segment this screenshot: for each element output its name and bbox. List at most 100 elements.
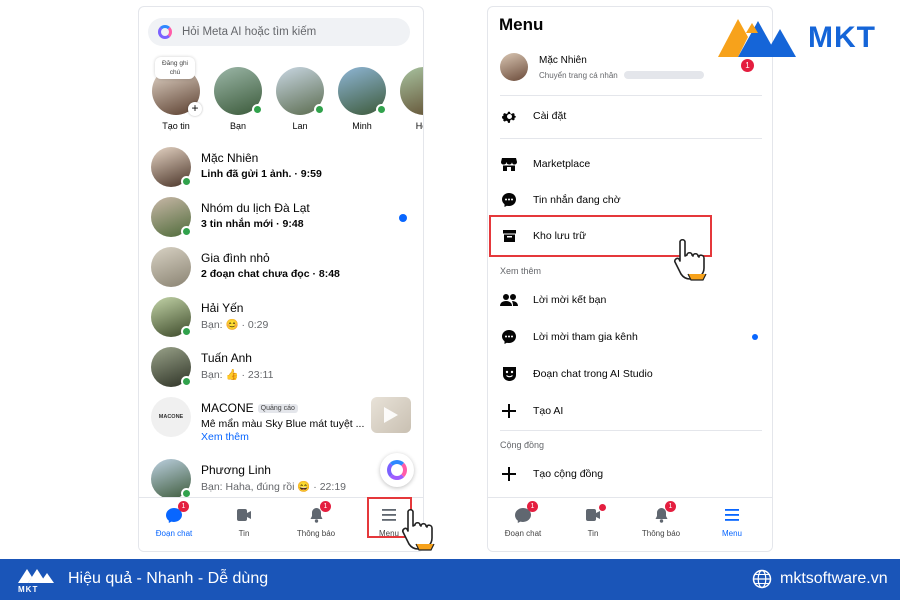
avatar xyxy=(151,247,191,287)
nav-menu[interactable]: Menu xyxy=(697,506,767,538)
chat-preview: Bạn: 😊 · 0:29 xyxy=(201,319,269,331)
menu-item-label: Đoạn chat trong AI Studio xyxy=(533,368,653,380)
mkt-logo-mark xyxy=(718,19,796,57)
story-create[interactable]: Đăng ghi chú + Tạo tin xyxy=(146,57,206,131)
nav-stories[interactable]: Tin xyxy=(558,504,628,538)
shop-icon xyxy=(500,155,518,173)
page-title: Menu xyxy=(499,15,544,34)
story-label: Lan xyxy=(292,121,308,131)
chat-preview: 3 tin nhắn mới · 9:48 xyxy=(201,218,304,230)
menu-item-label: Tạo cộng đồng xyxy=(533,468,604,480)
avatar xyxy=(400,67,423,115)
online-indicator xyxy=(181,176,192,187)
chat-row[interactable]: Nhóm du lịch Đà Lạt 3 tin nhắn mới · 9:4… xyxy=(139,193,423,243)
chat-row[interactable]: Tuấn Anh Bạn: 👍 · 23:11 xyxy=(139,343,423,393)
menu-item-create-ai[interactable]: Tạo AI xyxy=(488,394,772,428)
pointer-hand-icon xyxy=(674,238,707,281)
menu-item-channel-invites[interactable]: Lời mời tham gia kênh xyxy=(488,320,772,354)
menu-item-pending-messages[interactable]: Tin nhắn đang chờ xyxy=(488,183,772,217)
ad-thumbnail[interactable] xyxy=(371,397,411,433)
globe-icon xyxy=(752,569,772,589)
avatar xyxy=(151,347,192,387)
nav-notifications[interactable]: 1 Thông báo xyxy=(626,501,696,538)
ad-row[interactable]: MACONE MACONE Quảng cáo Mê mẩn màu Sky Bl… xyxy=(139,393,423,453)
plus-icon[interactable]: + xyxy=(188,102,202,116)
avatar xyxy=(151,147,192,187)
stories-row: Đăng ghi chú + Tạo tin Bạn Lan Minh Hoà xyxy=(139,57,423,145)
nav-notifications[interactable]: 1 Thông báo xyxy=(281,501,351,538)
gear-icon xyxy=(500,107,518,125)
online-indicator xyxy=(376,104,387,115)
chat-preview: Bạn: Haha, đúng rồi 😄 · 22:19 xyxy=(201,481,346,493)
menu-screen: Menu Mặc Nhiên Chuyển trang cá nhân 1 Cà… xyxy=(487,6,773,552)
nav-badge: 1 xyxy=(320,501,331,512)
meta-ai-icon xyxy=(158,25,172,39)
online-indicator xyxy=(181,376,192,387)
avatar xyxy=(338,67,387,115)
nav-chats[interactable]: 1 Đoạn chat xyxy=(488,501,558,538)
see-more-link[interactable]: Xem thêm xyxy=(201,431,249,443)
pointer-hand-icon xyxy=(402,508,435,551)
story-item[interactable]: Hoà xyxy=(394,67,423,131)
unread-dot xyxy=(752,334,758,340)
section-header-more: Xem thêm xyxy=(500,266,542,276)
ai-face-icon xyxy=(500,365,518,383)
chat-dots-icon xyxy=(500,328,518,346)
ad-avatar: MACONE xyxy=(151,397,191,437)
people-icon xyxy=(500,291,518,309)
menu-item-create-community[interactable]: Tạo cộng đồng xyxy=(488,457,772,491)
online-indicator xyxy=(314,104,325,115)
avatar xyxy=(151,297,192,337)
video-icon xyxy=(583,504,606,524)
bottom-nav: 1 Đoạn chat Tin 1 Thông báo Menu xyxy=(488,497,772,551)
chat-row[interactable]: Hải Yến Bạn: 😊 · 0:29 xyxy=(139,293,423,343)
chat-row[interactable]: Mặc Nhiên Linh đã gửi 1 ảnh. · 9:59 xyxy=(139,143,423,193)
avatar xyxy=(151,459,192,499)
nav-label: Tin xyxy=(587,529,599,538)
menu-item-friend-requests[interactable]: Lời mời kết bạn xyxy=(488,283,772,317)
story-item[interactable]: Bạn xyxy=(208,67,268,131)
footer-tagline: Hiệu quả - Nhanh - Dễ dùng xyxy=(68,570,269,587)
chat-row[interactable]: Gia đình nhỏ 2 đoạn chat chưa đọc · 8:48 xyxy=(139,243,423,293)
story-item[interactable]: Lan xyxy=(270,67,330,131)
chat-name: Tuấn Anh xyxy=(201,351,252,365)
search-input[interactable]: Hỏi Meta AI hoặc tìm kiếm xyxy=(148,18,410,46)
menu-item-label: Lời mời kết bạn xyxy=(533,294,607,306)
chat-preview: 2 đoạn chat chưa đọc · 8:48 xyxy=(201,268,340,280)
nav-label: Thông báo xyxy=(641,529,681,538)
chat-name: Phương Linh xyxy=(201,463,271,477)
menu-item-marketplace[interactable]: Marketplace xyxy=(488,147,772,181)
video-icon xyxy=(234,506,254,524)
menu-item-settings[interactable]: Cài đặt xyxy=(488,99,772,133)
chat-name: Mặc Nhiên xyxy=(201,151,259,165)
footer-bar: MKT Hiệu quả - Nhanh - Dễ dùng mktsoftwa… xyxy=(0,559,900,600)
online-indicator xyxy=(181,326,192,337)
chat-name: Nhóm du lịch Đà Lạt xyxy=(201,201,310,215)
nav-label: Tin xyxy=(238,529,250,538)
chat-name: Hải Yến xyxy=(201,301,244,315)
plus-icon xyxy=(500,465,518,483)
ad-avatar-text: MACONE xyxy=(158,414,184,420)
story-item[interactable]: Minh xyxy=(332,67,392,131)
menu-item-label: Cài đặt xyxy=(533,110,567,122)
nav-label: Menu xyxy=(721,529,742,538)
meta-ai-button[interactable] xyxy=(380,453,414,487)
chat-preview: Bạn: 👍 · 23:11 xyxy=(201,369,274,381)
footer-website[interactable]: mktsoftware.vn xyxy=(780,570,888,588)
nav-badge: 1 xyxy=(178,501,189,512)
nav-badge: 1 xyxy=(665,501,676,512)
story-label: Hoà xyxy=(415,121,423,131)
search-placeholder: Hỏi Meta AI hoặc tìm kiếm xyxy=(182,26,317,38)
nav-label: Đoạn chat xyxy=(155,529,193,538)
menu-item-label: Tạo AI xyxy=(533,405,564,417)
nav-chats[interactable]: 1 Đoạn chat xyxy=(139,501,209,538)
menu-item-ai-studio-chats[interactable]: Đoạn chat trong AI Studio xyxy=(488,357,772,391)
notification-dot xyxy=(599,504,606,511)
menu-item-label: Marketplace xyxy=(533,158,591,170)
online-indicator xyxy=(252,104,263,115)
note-bubble[interactable]: Đăng ghi chú xyxy=(155,57,195,79)
avatar xyxy=(151,197,192,237)
chat-bubble-icon: 1 xyxy=(164,501,189,524)
avatar: Đăng ghi chú + xyxy=(152,57,202,116)
nav-stories[interactable]: Tin xyxy=(209,506,279,538)
